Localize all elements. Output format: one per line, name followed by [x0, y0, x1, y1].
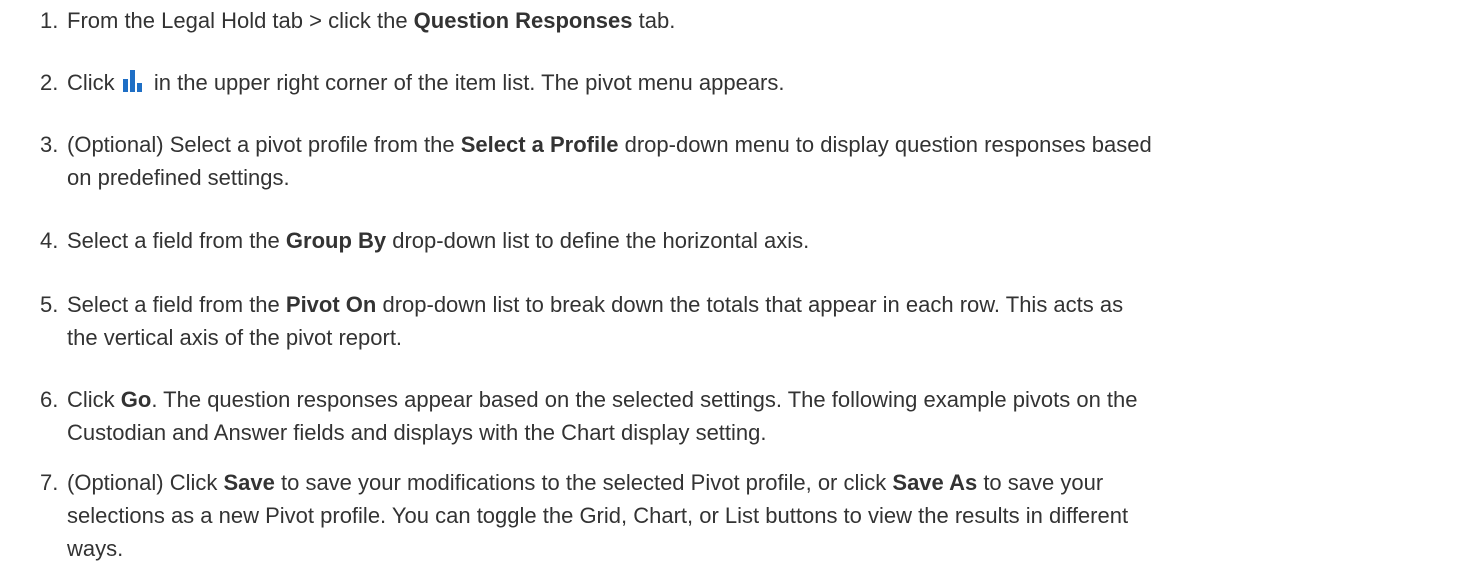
step-text: Click in the upper right corner of the i…: [67, 66, 1457, 101]
step-text: (Optional) Click Save to save your modif…: [67, 466, 1457, 565]
step-text: From the Legal Hold tab > click the Ques…: [67, 4, 1457, 37]
ui-term-save-as: Save As: [892, 470, 978, 495]
step-text-part: (Optional) Select a pivot profile from t…: [67, 132, 461, 157]
step-text-part: Select a field from the: [67, 292, 286, 317]
step-number: 1.: [40, 8, 59, 33]
step-text-part: Click: [67, 387, 121, 412]
step-text-part: drop-down list to define the horizontal …: [386, 228, 810, 253]
step-text-part: . The question responses appear based on…: [151, 387, 1138, 412]
step-number: 6.: [40, 387, 59, 412]
ui-term-go: Go: [120, 387, 152, 412]
step-text-part: to save your: [977, 470, 1104, 495]
step-text-part: in the upper right corner of the item li…: [147, 70, 785, 95]
step-text: Click Go. The question responses appear …: [67, 383, 1457, 449]
step-text-part: on predefined settings.: [67, 165, 290, 190]
step-text-part: (Optional) Click: [67, 470, 224, 495]
step-number: 5.: [40, 292, 59, 317]
step-text-part: the vertical axis of the pivot report.: [67, 325, 403, 350]
step-number: 7.: [40, 470, 59, 495]
step-text-part: Custodian and Answer fields and displays…: [67, 420, 767, 445]
step-text: Select a field from the Pivot On drop-do…: [67, 288, 1457, 354]
ui-term-save: Save: [223, 470, 275, 495]
step-text-part: Select a field from the: [67, 228, 286, 253]
step-text-part: drop-down menu to display question respo…: [618, 132, 1152, 157]
step-number: 3.: [40, 132, 59, 157]
ui-term-select-a-profile: Select a Profile: [460, 132, 619, 157]
ui-term-group-by: Group By: [285, 228, 387, 253]
step-text-part: tab.: [632, 8, 676, 33]
step-text-part: From the Legal Hold tab > click the: [67, 8, 414, 33]
step-text-part: to save your modifications to the select…: [274, 470, 893, 495]
step-text-part: ways.: [67, 536, 124, 561]
step-number: 2.: [40, 70, 59, 95]
ui-term-question-responses: Question Responses: [413, 8, 633, 33]
step-text: Select a field from the Group By drop-do…: [67, 224, 1457, 257]
step-text: (Optional) Select a pivot profile from t…: [67, 128, 1457, 194]
ui-term-pivot-on: Pivot On: [285, 292, 377, 317]
step-text-part: selections as a new Pivot profile. You c…: [67, 503, 1129, 528]
step-text-part: drop-down list to break down the totals …: [376, 292, 1124, 317]
step-text-part: Click: [67, 70, 121, 95]
step-number: 4.: [40, 228, 59, 253]
pivot-bar-chart-icon: [122, 68, 145, 101]
